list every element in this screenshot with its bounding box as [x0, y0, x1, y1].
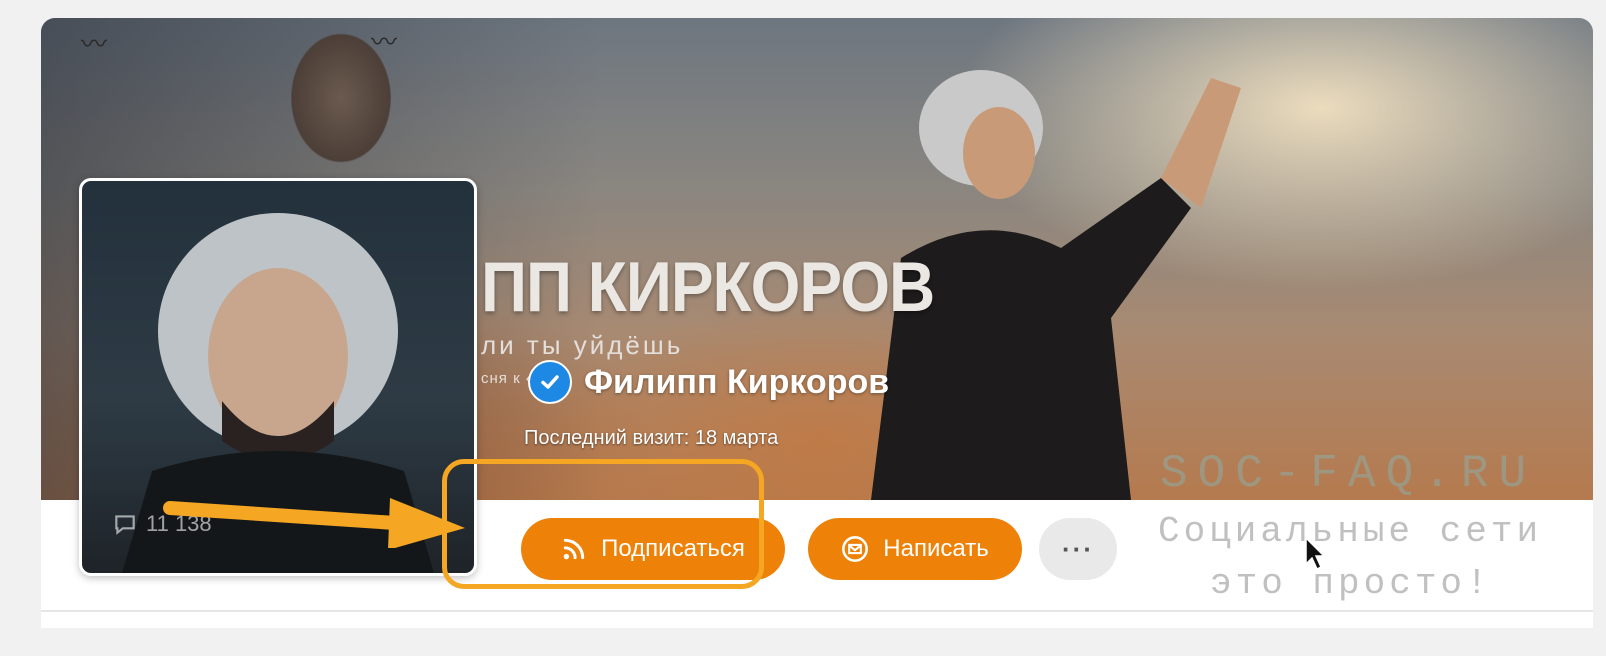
watermark-tagline-1: Социальные сети — [1158, 511, 1543, 552]
watermark-domain: SOC-FAQ.RU — [1160, 448, 1537, 500]
mouse-cursor-icon — [1305, 536, 1326, 571]
arrow-icon — [163, 498, 465, 548]
subscribe-highlight-frame — [442, 459, 764, 589]
section-divider — [41, 610, 1593, 612]
last-visit: Последний визит: 18 марта — [524, 427, 779, 449]
message-button[interactable]: Написать — [808, 518, 1022, 580]
cover-subtitle: ли ты уйдёшь — [481, 330, 684, 360]
comment-icon — [115, 515, 135, 535]
watermark-tagline-2: это просто! — [1210, 563, 1492, 604]
verified-icon — [528, 360, 572, 404]
profile-name-text[interactable]: Филипп Киркоров — [584, 363, 889, 402]
profile-name: Филипп Киркоров — [528, 360, 889, 404]
bird-icon: 〰 — [81, 29, 108, 59]
message-label: Написать — [883, 535, 989, 562]
cover-title: ПП КИРКОРОВ — [481, 247, 935, 327]
more-button[interactable]: ··· — [1039, 518, 1117, 580]
mail-icon — [842, 536, 869, 562]
